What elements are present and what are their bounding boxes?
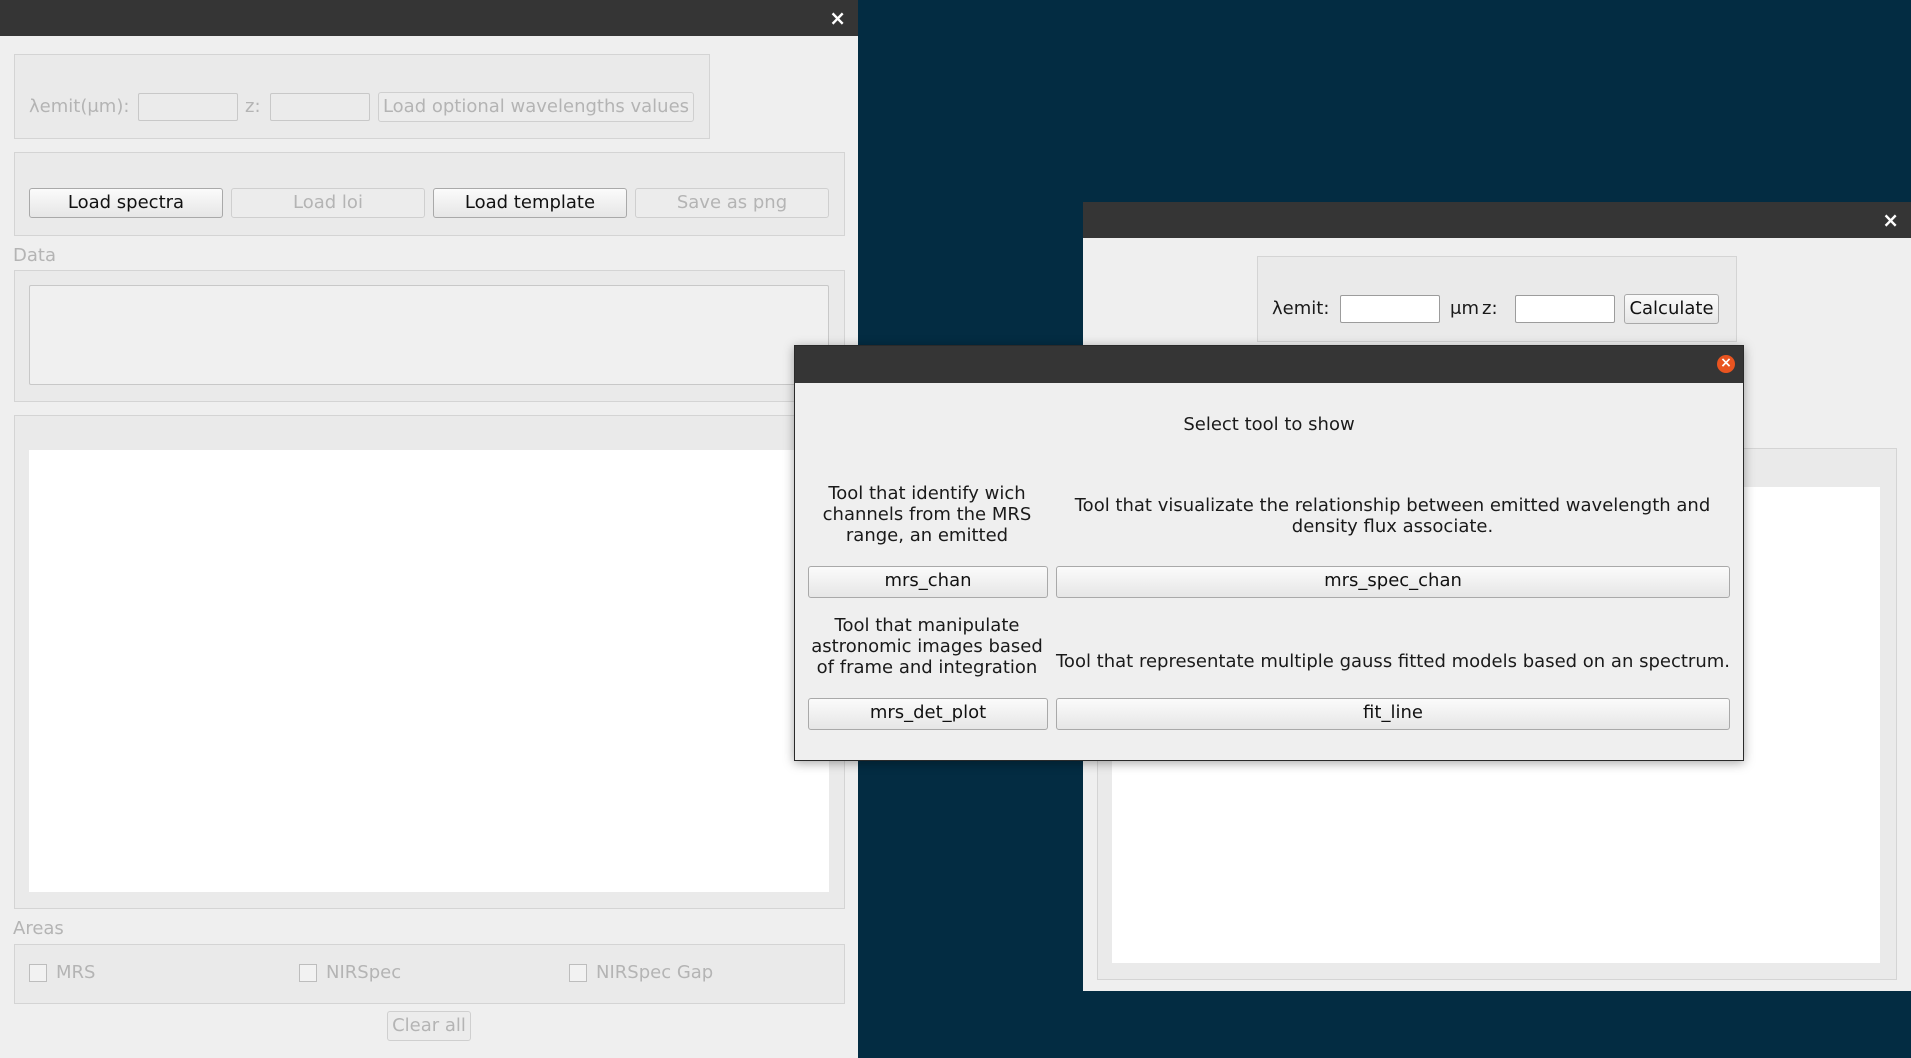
mrs-det-plot-button[interactable]: mrs_det_plot bbox=[808, 698, 1048, 730]
z-input[interactable] bbox=[1515, 295, 1615, 323]
areas-label: Areas bbox=[13, 918, 64, 939]
calculator-input-group: λemit: μm z: Calculate bbox=[1257, 256, 1737, 342]
dialog-heading: Select tool to show bbox=[1183, 414, 1355, 435]
z-input[interactable] bbox=[270, 93, 370, 121]
mrs-checkbox[interactable] bbox=[29, 964, 47, 982]
emit-wavelength-label: λemit: bbox=[1272, 298, 1330, 319]
mrs-chan-description: Tool that identify wich channels from th… bbox=[822, 483, 1032, 546]
nirspec-checkbox-label: NIRSpec bbox=[326, 962, 402, 983]
load-buttons-group: Load spectra Load loi Load template Save… bbox=[14, 152, 845, 236]
load-optional-wavelengths-button[interactable]: Load optional wavelengths values bbox=[378, 92, 694, 122]
fit-line-description: Tool that representate multiple gauss fi… bbox=[1056, 651, 1730, 672]
dialog-titlebar[interactable]: × bbox=[795, 346, 1743, 383]
main-window: × λemit(μm): z: Load optional wavelength… bbox=[0, 0, 858, 1058]
close-icon[interactable]: × bbox=[829, 6, 846, 30]
nirspec-gap-checkbox[interactable] bbox=[569, 964, 587, 982]
nirspec-checkbox[interactable] bbox=[299, 964, 317, 982]
data-label: Data bbox=[13, 245, 56, 266]
mrs-spec-chan-description: Tool that visualizate the relationship b… bbox=[1074, 495, 1711, 537]
emit-wavelength-input[interactable] bbox=[1340, 295, 1440, 323]
tool-selection-dialog: × Select tool to show Tool that identify… bbox=[794, 345, 1744, 761]
plot-canvas[interactable] bbox=[29, 450, 829, 892]
unit-label: μm bbox=[1450, 298, 1479, 319]
close-icon[interactable]: × bbox=[1882, 208, 1899, 232]
mrs-spec-chan-button[interactable]: mrs_spec_chan bbox=[1056, 566, 1730, 598]
wavelength-label: λemit(μm): bbox=[29, 96, 130, 117]
dialog-close-icon[interactable]: × bbox=[1717, 355, 1735, 373]
fit-line-button[interactable]: fit_line bbox=[1056, 698, 1730, 730]
calculator-window-titlebar[interactable]: × bbox=[1083, 202, 1911, 238]
wavelength-group: λemit(μm): z: Load optional wavelengths … bbox=[14, 54, 710, 139]
load-loi-button[interactable]: Load loi bbox=[231, 188, 425, 218]
z-label: z: bbox=[1482, 298, 1498, 319]
mrs-chan-button[interactable]: mrs_chan bbox=[808, 566, 1048, 598]
data-text-area[interactable] bbox=[29, 285, 829, 385]
main-window-titlebar[interactable]: × bbox=[0, 0, 858, 36]
mrs-det-plot-description: Tool that manipulate astronomic images b… bbox=[811, 615, 1043, 678]
wavelength-input[interactable] bbox=[138, 93, 238, 121]
z-label: z: bbox=[245, 96, 261, 117]
load-spectra-button[interactable]: Load spectra bbox=[29, 188, 223, 218]
calculate-button[interactable]: Calculate bbox=[1624, 294, 1719, 324]
data-group bbox=[14, 270, 845, 402]
mrs-checkbox-label: MRS bbox=[56, 962, 96, 983]
save-png-button[interactable]: Save as png bbox=[635, 188, 829, 218]
plot-group bbox=[14, 415, 845, 909]
load-template-button[interactable]: Load template bbox=[433, 188, 627, 218]
nirspec-gap-checkbox-label: NIRSpec Gap bbox=[596, 962, 714, 983]
clear-all-button[interactable]: Clear all bbox=[387, 1011, 471, 1041]
areas-group: MRS NIRSpec NIRSpec Gap bbox=[14, 944, 845, 1004]
